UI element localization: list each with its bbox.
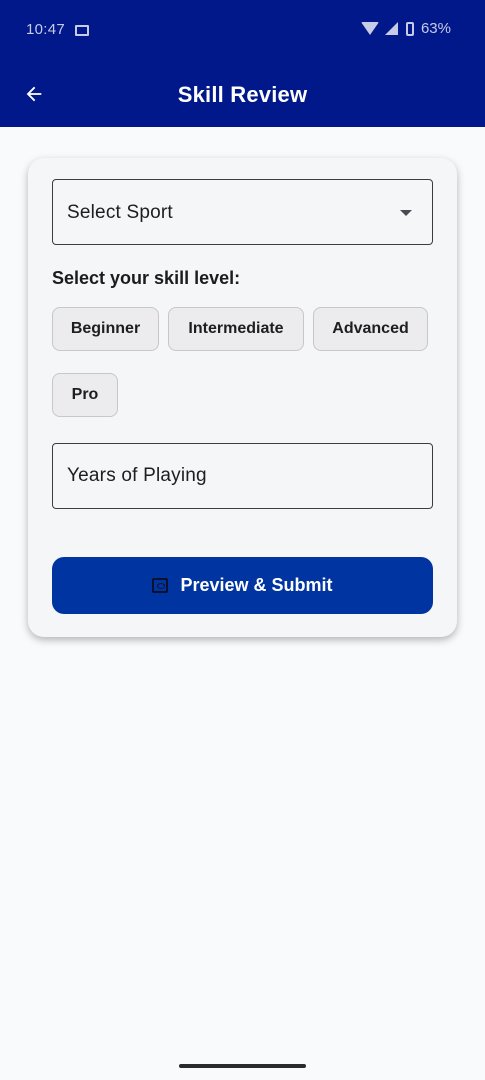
chip-intermediate[interactable]: Intermediate [168, 307, 304, 351]
page-title: Skill Review [177, 82, 308, 107]
wifi-icon [360, 22, 379, 35]
chip-beginner[interactable]: Beginner [52, 307, 159, 351]
battery-icon [405, 21, 414, 36]
preview-submit-label: Preview & Submit [180, 575, 333, 595]
skill-level-heading: Select your skill level: [52, 268, 241, 288]
battery-percent: 63% [420, 20, 451, 37]
status-bar: 10:47 63% [0, 0, 485, 60]
message-icon [75, 25, 89, 36]
preview-submit-button[interactable]: Preview & Submit [52, 557, 433, 614]
chip-advanced[interactable]: Advanced [313, 307, 428, 351]
years-of-playing-input[interactable]: Years of Playing [52, 443, 433, 509]
screen: 10:47 63% Skill Review Select Sport Sele… [0, 0, 485, 1080]
years-of-playing-placeholder: Years of Playing [67, 465, 207, 486]
home-indicator[interactable] [179, 1064, 306, 1068]
status-icons: 63% [360, 20, 451, 37]
status-time: 10:47 [26, 21, 66, 38]
signal-icon [384, 22, 398, 35]
dropdown-arrow-icon [400, 210, 412, 216]
sport-select-label: Select Sport [67, 202, 173, 223]
app-bar: Skill Review [0, 60, 485, 127]
preview-icon [152, 578, 169, 593]
skill-form-card: Select Sport Select your skill level: Be… [28, 158, 457, 637]
sport-select[interactable]: Select Sport [52, 179, 433, 245]
chip-pro[interactable]: Pro [52, 373, 118, 417]
